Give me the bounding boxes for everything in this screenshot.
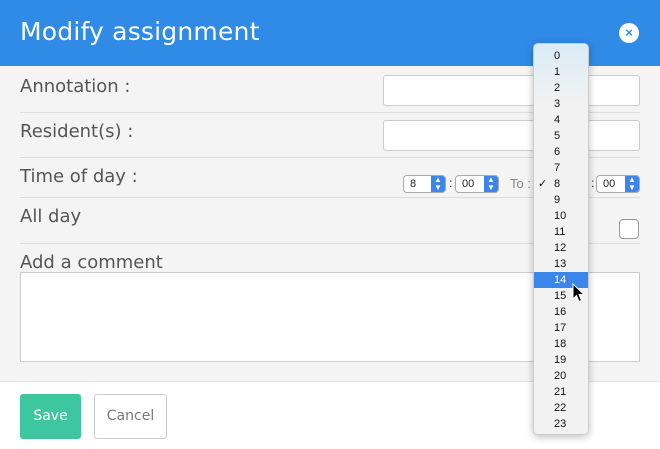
hour-option-label: 12: [554, 242, 567, 254]
hour-option[interactable]: ✓ 8: [534, 176, 588, 192]
hour-option[interactable]: 20: [534, 368, 588, 384]
hour-option[interactable]: 0: [534, 48, 588, 64]
hour-option-label: 4: [554, 114, 561, 126]
hour-option[interactable]: 17: [534, 320, 588, 336]
hour-option[interactable]: 13: [534, 256, 588, 272]
hour-option[interactable]: 21: [534, 384, 588, 400]
hour-option-label: 20: [554, 370, 567, 382]
mouse-cursor-icon: [572, 283, 586, 303]
hour-option-label: 1: [554, 66, 561, 78]
hour-option[interactable]: 1: [534, 64, 588, 80]
hour-option[interactable]: 6: [534, 144, 588, 160]
hour-option-label: 15: [554, 290, 567, 302]
hour-option-label: 7: [554, 162, 561, 174]
hour-option-label: 11: [554, 226, 566, 238]
hour-option-label: 3: [554, 98, 561, 110]
hour-option-label: 6: [554, 146, 561, 158]
hour-option[interactable]: 12: [534, 240, 588, 256]
hour-option-label: 14: [554, 274, 567, 286]
hour-option[interactable]: 7: [534, 160, 588, 176]
close-icon[interactable]: ×: [619, 23, 639, 43]
hour-option-label: 10: [554, 210, 567, 222]
hour-option[interactable]: 3: [534, 96, 588, 112]
hour-option-label: 13: [554, 258, 567, 270]
save-button[interactable]: Save: [20, 394, 81, 439]
hour-option-label: 9: [554, 194, 561, 206]
hour-option-label: 22: [554, 402, 567, 414]
hour-option-label: 21: [554, 386, 567, 398]
hour-option-label: 17: [554, 322, 567, 334]
hour-option[interactable]: 19: [534, 352, 588, 368]
hour-option-label: 16: [554, 306, 567, 318]
hour-option[interactable]: 11: [534, 224, 588, 240]
hour-option[interactable]: 2: [534, 80, 588, 96]
hour-option[interactable]: 18: [534, 336, 588, 352]
dialog-title: Modify assignment: [20, 17, 260, 46]
hour-option[interactable]: 16: [534, 304, 588, 320]
hour-option[interactable]: 10: [534, 208, 588, 224]
hour-option[interactable]: 22: [534, 400, 588, 416]
hour-option-label: 2: [554, 82, 561, 94]
hour-option-label: 0: [554, 50, 561, 62]
hour-option-label: 8: [554, 178, 561, 190]
hour-option-label: 23: [554, 418, 567, 430]
hour-option[interactable]: 4: [534, 112, 588, 128]
hour-dropdown-menu[interactable]: 0 1 2 3 4 5 6 7 ✓ 8 9 10 11 12 13 14 15 16 17 18 19 20 21 22 23: [533, 43, 589, 435]
hour-option[interactable]: 5: [534, 128, 588, 144]
hour-option[interactable]: 9: [534, 192, 588, 208]
checkmark-icon: ✓: [538, 178, 548, 190]
cancel-button[interactable]: Cancel: [94, 394, 167, 439]
hour-option-label: 19: [554, 354, 567, 366]
hour-option-label: 18: [554, 338, 567, 350]
hour-option-label: 5: [554, 130, 561, 142]
hour-option[interactable]: 23: [534, 416, 588, 432]
